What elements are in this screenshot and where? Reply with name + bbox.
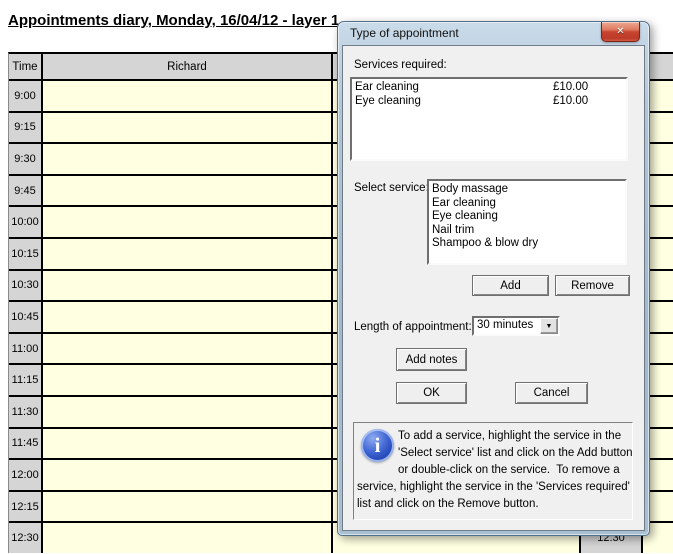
service-item[interactable]: Ear cleaning <box>432 197 625 211</box>
time-label: 11:00 <box>9 334 41 364</box>
length-value: 30 minutes <box>477 319 533 331</box>
appointment-slot-richard[interactable] <box>43 460 331 490</box>
length-of-appointment-label: Length of appointment: <box>354 321 472 333</box>
appointment-slot-richard[interactable] <box>43 81 331 111</box>
info-text: or double-click on the service. To remov… <box>398 462 632 479</box>
service-item[interactable]: Nail trim <box>432 224 625 238</box>
time-label: 12:00 <box>9 460 41 490</box>
time-label: 11:45 <box>9 429 41 459</box>
remove-button[interactable]: Remove <box>555 275 630 296</box>
appointments-diary-screen: Appointments diary, Monday, 16/04/12 - l… <box>0 0 673 554</box>
required-service-item[interactable]: Ear cleaning£10.00 <box>355 81 626 95</box>
time-label: 9:45 <box>9 176 41 206</box>
info-text: 'Select service' list and click on the A… <box>398 445 632 462</box>
staff-column-header-richard: Richard <box>43 54 331 79</box>
service-item[interactable]: Eye cleaning <box>432 210 625 224</box>
appointment-slot-richard[interactable] <box>43 302 331 332</box>
info-icon: i <box>361 429 394 462</box>
appointment-slot-richard[interactable] <box>43 397 331 427</box>
time-label: 11:30 <box>9 397 41 427</box>
time-label: 12:15 <box>9 492 41 522</box>
dialog-titlebar[interactable]: Type of appointment ✕ <box>338 22 649 45</box>
time-label: 9:15 <box>9 113 41 143</box>
time-column-header: Time <box>9 54 41 79</box>
service-name: Eye cleaning <box>355 95 553 109</box>
appointment-slot-richard[interactable] <box>43 365 331 395</box>
appointment-slot-richard[interactable] <box>43 523 331 553</box>
time-label: 10:30 <box>9 271 41 301</box>
info-text: list and click on the Remove button. <box>357 496 632 513</box>
time-label: 9:00 <box>9 81 41 111</box>
info-text: To add a service, highlight the service … <box>398 428 632 445</box>
time-label: 9:30 <box>9 144 41 174</box>
info-panel: i To add a service, highlight the servic… <box>353 422 633 520</box>
service-price: £10.00 <box>553 81 588 93</box>
service-price: £10.00 <box>553 95 588 107</box>
dropdown-button[interactable]: ▼ <box>540 318 558 334</box>
dialog-body: Services required: Ear cleaning£10.00 Ey… <box>342 45 645 531</box>
services-required-label: Services required: <box>354 59 447 71</box>
service-item[interactable]: Shampoo & blow dry <box>432 237 625 251</box>
appointment-slot-richard[interactable] <box>43 429 331 459</box>
add-button[interactable]: Add <box>472 275 549 296</box>
appointment-slot-richard[interactable] <box>43 492 331 522</box>
appointment-slot-richard[interactable] <box>43 144 331 174</box>
length-dropdown[interactable]: 30 minutes ▼ <box>472 316 560 336</box>
service-name: Ear cleaning <box>355 81 553 95</box>
time-label: 11:15 <box>9 365 41 395</box>
appointment-slot-richard[interactable] <box>43 334 331 364</box>
close-icon: ✕ <box>616 26 624 37</box>
appointment-slot-richard[interactable] <box>43 239 331 269</box>
appointment-slot-richard[interactable] <box>43 113 331 143</box>
add-notes-button[interactable]: Add notes <box>396 348 467 371</box>
time-label: 10:45 <box>9 302 41 332</box>
appointment-slot-richard[interactable] <box>43 271 331 301</box>
select-service-list[interactable]: Body massage Ear cleaning Eye cleaning N… <box>427 179 627 265</box>
chevron-down-icon: ▼ <box>546 323 553 330</box>
ok-button[interactable]: OK <box>396 382 467 404</box>
time-label: 10:00 <box>9 207 41 237</box>
required-service-item[interactable]: Eye cleaning£10.00 <box>355 95 626 109</box>
services-required-list[interactable]: Ear cleaning£10.00 Eye cleaning£10.00 <box>350 77 628 161</box>
service-item[interactable]: Body massage <box>432 183 625 197</box>
info-text: service, highlight the service in the 'S… <box>357 479 632 496</box>
cancel-button[interactable]: Cancel <box>515 382 588 404</box>
appointment-slot-richard[interactable] <box>43 176 331 206</box>
appointment-slot-richard[interactable] <box>43 207 331 237</box>
dialog-title: Type of appointment <box>350 22 459 44</box>
time-label: 12:30 <box>9 523 41 553</box>
time-label: 10:15 <box>9 239 41 269</box>
type-of-appointment-dialog: Type of appointment ✕ Services required:… <box>337 21 650 536</box>
close-button[interactable]: ✕ <box>601 22 640 42</box>
page-title: Appointments diary, Monday, 16/04/12 - l… <box>8 12 339 29</box>
select-service-label: Select service: <box>354 182 429 194</box>
